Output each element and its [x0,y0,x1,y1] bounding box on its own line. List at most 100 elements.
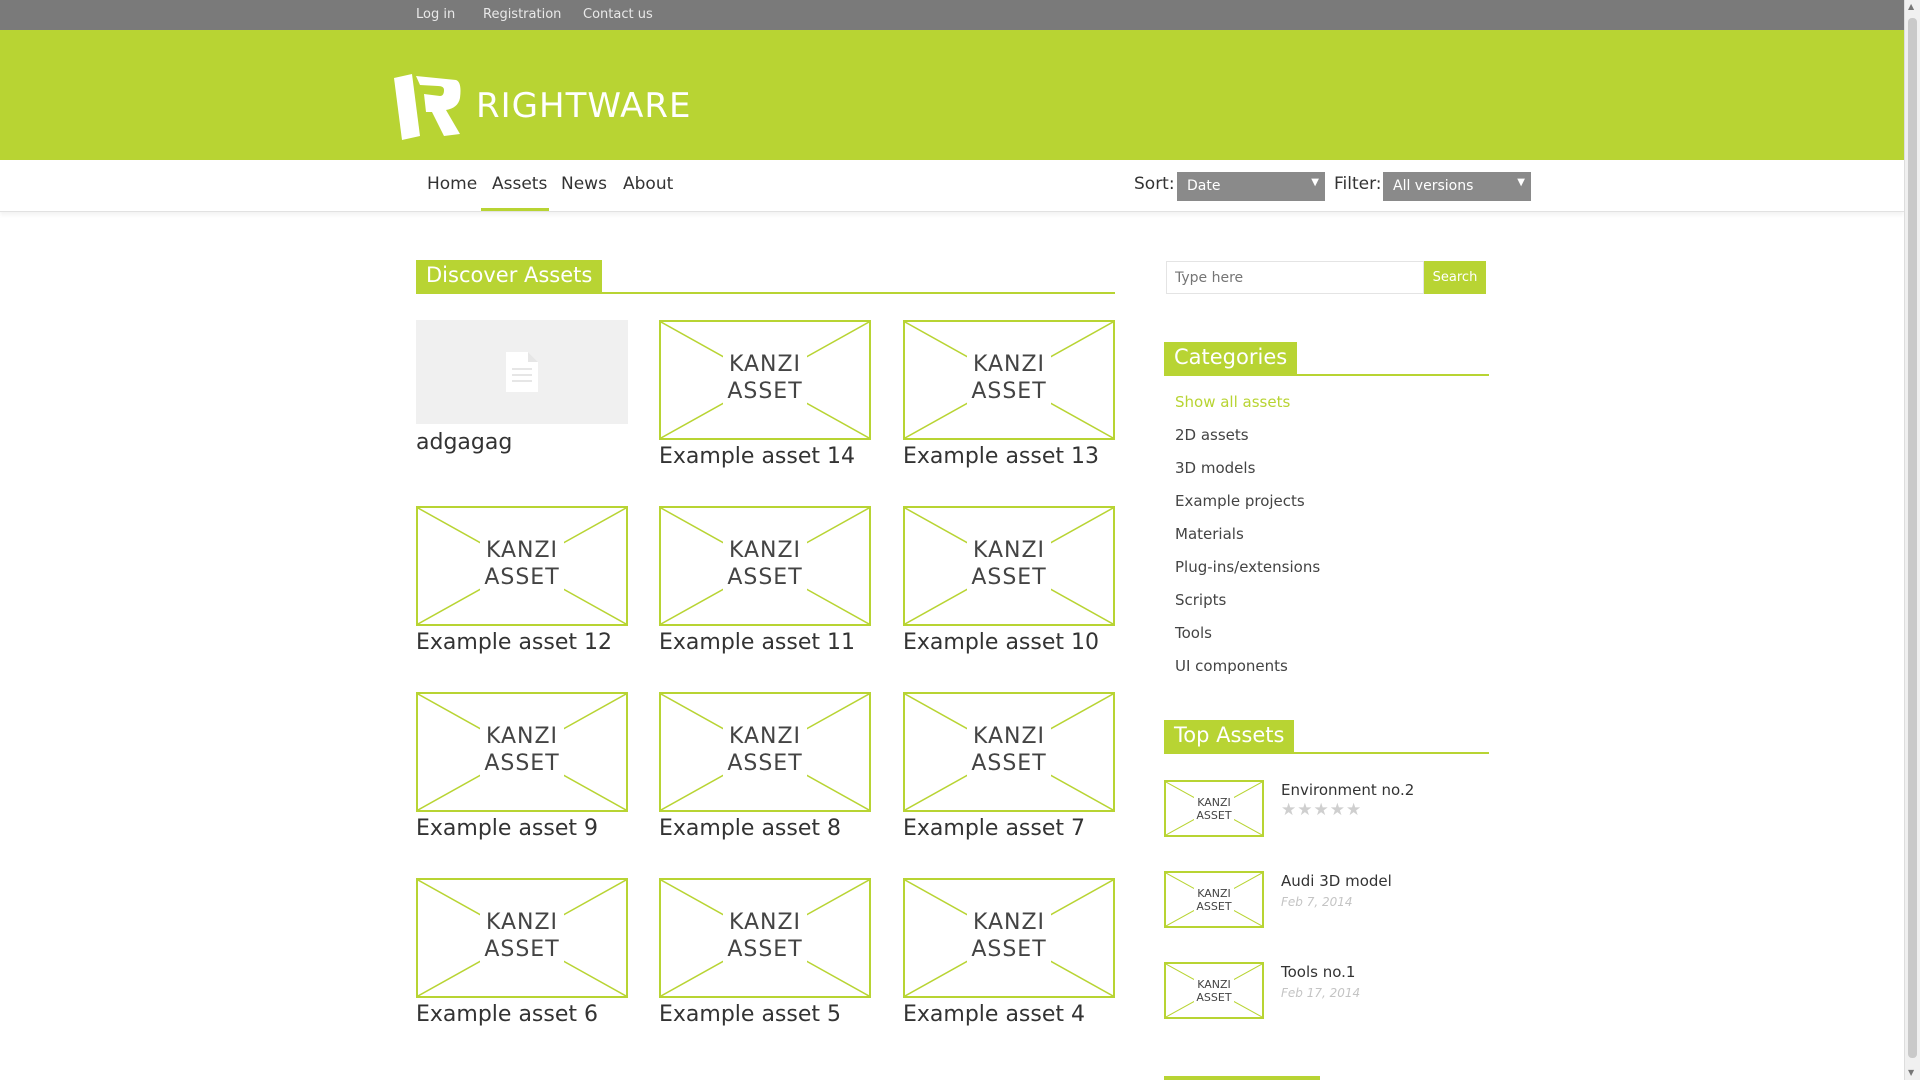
thumbnail-label: KANZI [1197,887,1231,900]
scroll-up-icon[interactable]: ▲ [1908,2,1914,11]
asset-title[interactable]: Example asset 14 [659,444,855,469]
thumbnail-label: ASSET [484,937,560,962]
top-asset-thumbnail[interactable]: KANZI ASSET [1164,780,1264,837]
sort-select-value: Date [1187,178,1221,194]
registration-link[interactable]: Registration [483,7,561,22]
category-link[interactable]: 2D assets [1175,426,1249,444]
asset-title[interactable]: Example asset 11 [659,630,855,655]
nav-about[interactable]: About [623,174,673,194]
category-link[interactable]: Materials [1175,525,1244,543]
thumbnail-label: ASSET [727,379,803,404]
asset-title[interactable]: Example asset 7 [903,816,1085,841]
top-asset-thumbnail[interactable]: KANZI ASSET [1164,871,1264,928]
search-input[interactable] [1166,261,1424,294]
section-title: Discover Assets [416,260,603,294]
filter-select[interactable]: All versions ▼ [1383,172,1531,201]
sort-select[interactable]: Date ▼ [1177,172,1325,201]
asset-thumbnail[interactable]: KANZI ASSET [416,692,628,812]
thumbnail-label: ASSET [484,565,560,590]
thumbnail-label: KANZI [728,910,802,935]
discover-assets-heading: Discover Assets [416,260,1115,294]
asset-title[interactable]: Example asset 13 [903,444,1099,469]
chevron-down-icon: ▼ [1311,177,1319,188]
thumbnail-label: ASSET [484,751,560,776]
asset-title[interactable]: Example asset 9 [416,816,598,841]
category-link[interactable]: 3D models [1175,459,1255,477]
document-icon [506,352,538,392]
thumbnail-label: ASSET [727,937,803,962]
top-asset-date: Feb 17, 2014 [1281,986,1361,1000]
search-button[interactable]: Search [1424,261,1486,294]
thumbnail-label: KANZI [972,538,1046,563]
nav-home[interactable]: Home [427,174,477,194]
thumbnail-label: KANZI [972,724,1046,749]
thumbnail-label: ASSET [1196,809,1232,822]
thumbnail-label: KANZI [1197,978,1231,991]
category-link[interactable]: Example projects [1175,492,1305,510]
next-section-heading [1164,1076,1320,1080]
rightware-logo[interactable]: RIGHTWARE [394,74,690,140]
thumbnail-label: KANZI [972,352,1046,377]
asset-thumbnail[interactable]: KANZI ASSET [659,878,871,998]
nav-assets[interactable]: Assets [492,174,547,194]
asset-thumbnail[interactable]: KANZI ASSET [903,320,1115,440]
scroll-thumb[interactable] [1908,18,1917,1058]
top-utility-bar: Log in Registration Contact us [0,0,1904,30]
asset-thumbnail[interactable]: KANZI ASSET [416,878,628,998]
category-link[interactable]: Show all assets [1175,393,1290,411]
asset-thumbnail[interactable]: KANZI ASSET [659,692,871,812]
top-asset-thumbnail[interactable]: KANZI ASSET [1164,962,1264,1019]
thumbnail-label: ASSET [1196,991,1232,1004]
category-link[interactable]: UI components [1175,657,1288,675]
thumbnail-label: KANZI [1197,796,1231,809]
active-nav-indicator [481,208,549,211]
scroll-down-icon[interactable]: ▼ [1908,1068,1914,1077]
sort-label: Sort: [1134,174,1175,194]
asset-title[interactable]: Example asset 12 [416,630,612,655]
thumbnail-label: KANZI [728,538,802,563]
asset-thumbnail[interactable]: KANZI ASSET [903,692,1115,812]
asset-thumbnail[interactable]: KANZI ASSET [659,320,871,440]
brand-name: RIGHTWARE [476,86,692,126]
page-scrollbar[interactable]: ▲ ▼ [1904,0,1920,1080]
star-rating[interactable]: ★★★★★ [1281,800,1362,820]
category-link[interactable]: Plug-ins/extensions [1175,558,1320,576]
nav-news[interactable]: News [561,174,607,194]
asset-thumbnail[interactable]: KANZI ASSET [416,506,628,626]
top-asset-title[interactable]: Tools no.1 [1281,963,1355,981]
login-link[interactable]: Log in [416,7,455,22]
thumbnail-label: ASSET [727,565,803,590]
thumbnail-label: ASSET [971,937,1047,962]
asset-thumbnail[interactable]: KANZI ASSET [903,506,1115,626]
thumbnail-label: KANZI [485,538,559,563]
asset-title[interactable]: Example asset 4 [903,1002,1085,1027]
contact-link[interactable]: Contact us [583,7,653,22]
thumbnail-label: KANZI [485,724,559,749]
main-nav: Home Assets News About Sort: Date ▼ Filt… [0,160,1904,212]
thumbnail-label: KANZI [728,352,802,377]
asset-thumbnail[interactable]: KANZI ASSET [659,506,871,626]
thumbnail-label: KANZI [972,910,1046,935]
categories-title: Categories [1164,342,1298,376]
asset-thumbnail-placeholder[interactable] [416,320,628,424]
top-assets-heading: Top Assets [1164,720,1489,754]
asset-thumbnail[interactable]: KANZI ASSET [903,878,1115,998]
top-asset-title[interactable]: Audi 3D model [1281,872,1392,890]
chevron-down-icon: ▼ [1517,177,1525,188]
asset-title[interactable]: Example asset 5 [659,1002,841,1027]
filter-select-value: All versions [1393,178,1474,194]
asset-title[interactable]: adgagag [416,430,512,455]
top-assets-title: Top Assets [1164,720,1295,754]
site-header: RIGHTWARE [0,30,1904,160]
rightware-logo-icon [394,74,461,140]
top-asset-date: Feb 7, 2014 [1281,895,1353,909]
asset-title[interactable]: Example asset 6 [416,1002,598,1027]
thumbnail-label: ASSET [971,379,1047,404]
thumbnail-label: ASSET [1196,900,1232,913]
category-link[interactable]: Tools [1175,624,1212,642]
category-link[interactable]: Scripts [1175,591,1226,609]
asset-title[interactable]: Example asset 8 [659,816,841,841]
thumbnail-label: ASSET [971,751,1047,776]
asset-title[interactable]: Example asset 10 [903,630,1099,655]
top-asset-title[interactable]: Environment no.2 [1281,781,1414,799]
